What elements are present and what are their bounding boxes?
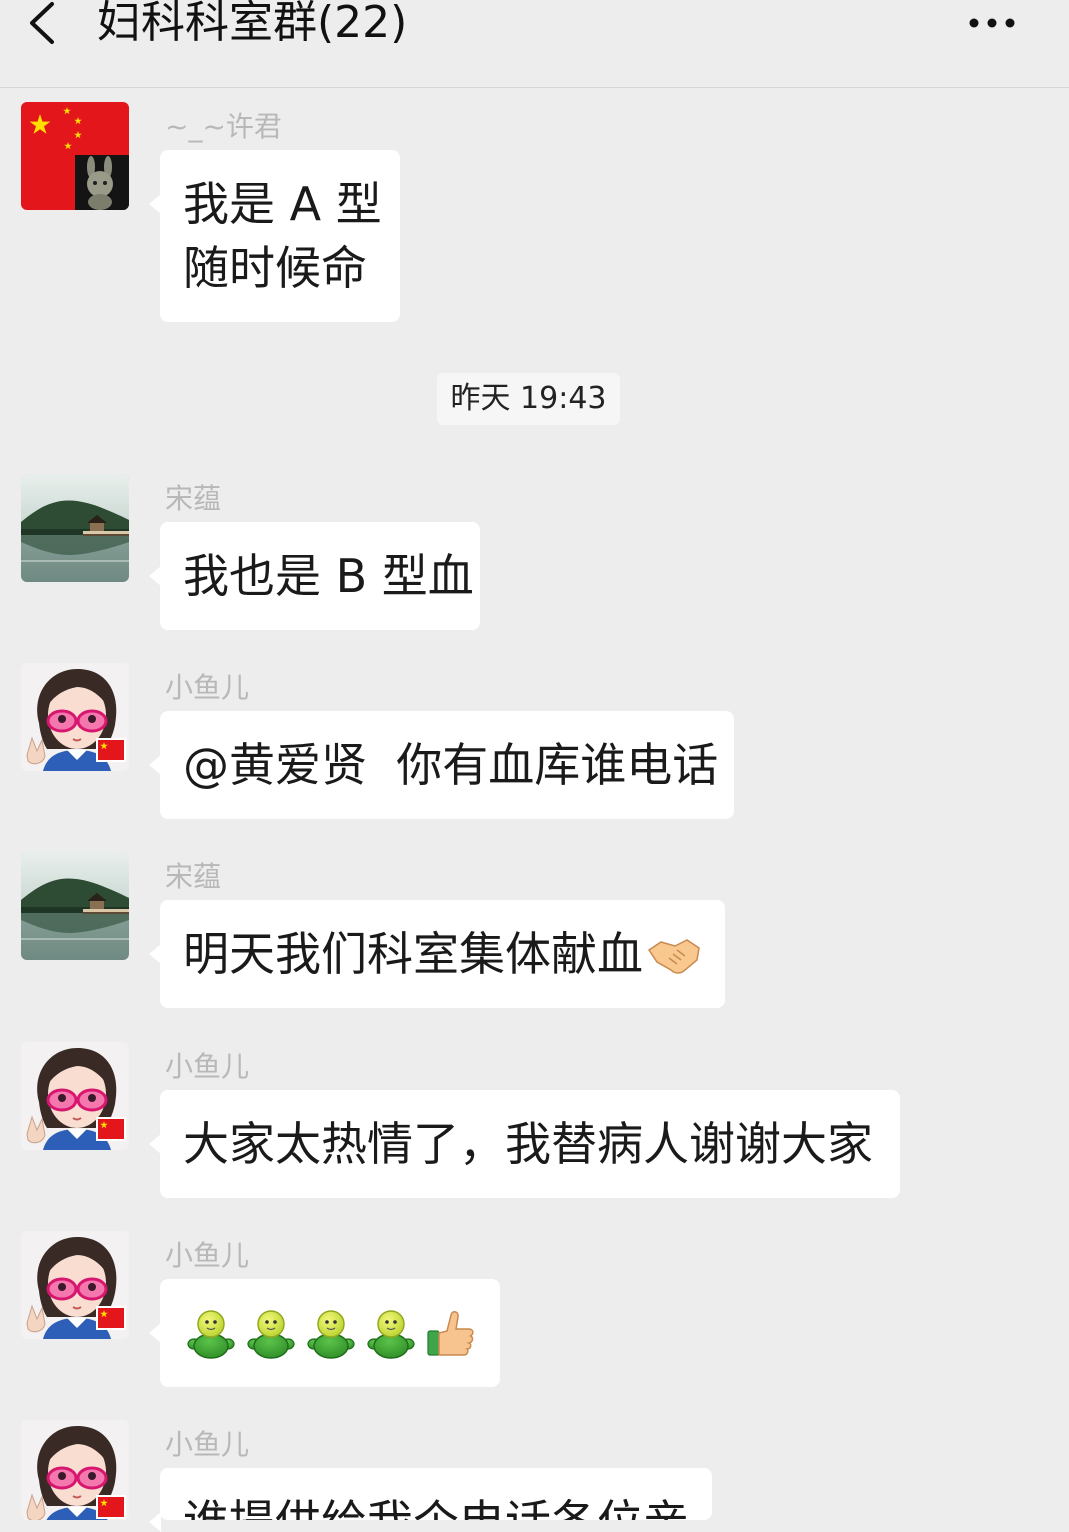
cartoon-girl-avatar[interactable] — [21, 1042, 129, 1150]
green-figure-emoji — [307, 1310, 355, 1359]
sender-name: 宋蕴 — [165, 860, 222, 893]
message-row: ~_~许君 我是 A 型 随时候命 — [0, 102, 1000, 322]
message-row: 宋蕴 明天我们科室集体献血 — [0, 852, 1000, 1008]
message-line: 明天我们科室集体献血 — [183, 922, 725, 986]
flag-bunny-avatar[interactable] — [21, 102, 129, 210]
message-text: @黄爱贤 你有血库谁电话 — [183, 738, 719, 792]
message-bubble[interactable]: @黄爱贤 你有血库谁电话 — [149, 711, 734, 819]
sender-name: 小鱼儿 — [165, 1050, 250, 1083]
message-row: 小鱼儿 谁提供给我个电话各位亲 — [0, 1420, 1000, 1532]
thumbs-up-emoji — [427, 1311, 474, 1356]
message-bubble[interactable] — [149, 1279, 500, 1387]
message-text: 明天我们科室集体献血 — [183, 927, 643, 981]
cartoon-girl-avatar[interactable] — [21, 663, 129, 771]
message-bubble[interactable]: 大家太热情了，我替病人谢谢大家 — [149, 1090, 900, 1198]
message-row: 宋蕴 我也是 B 型血 — [0, 474, 1000, 630]
message-row: 小鱼儿 — [0, 1231, 1000, 1387]
sender-name: 小鱼儿 — [165, 671, 250, 704]
cartoon-girl-avatar[interactable] — [21, 1420, 129, 1520]
emoji-row — [185, 1307, 500, 1359]
green-figure-emoji — [187, 1310, 235, 1359]
green-figure-emoji — [367, 1310, 415, 1359]
cartoon-girl-avatar[interactable] — [21, 1231, 129, 1339]
message-text: 谁提供给我个电话各位亲 — [183, 1490, 712, 1520]
message-text: 随时候命 — [183, 241, 367, 295]
message-text: 大家太热情了，我替病人谢谢大家 — [183, 1117, 873, 1171]
sender-name: 小鱼儿 — [165, 1428, 250, 1461]
sender-name: 宋蕴 — [165, 482, 222, 515]
chat-title: 妇科科室群(22) — [97, 0, 408, 48]
sender-name: 小鱼儿 — [165, 1239, 250, 1272]
message-bubble[interactable]: 我也是 B 型血 — [149, 522, 480, 630]
handshake-emoji — [648, 939, 700, 974]
lake-landscape-avatar[interactable] — [21, 852, 129, 960]
time-divider: 昨天 19:43 — [437, 373, 620, 425]
message-bubble[interactable]: 我是 A 型 随时候命 — [149, 150, 400, 322]
message-text: 我是 A 型 — [183, 177, 382, 231]
message-row: 小鱼儿 大家太热情了，我替病人谢谢大家 — [0, 1042, 1000, 1198]
sender-name: ~_~许君 — [165, 110, 282, 143]
lake-landscape-avatar[interactable] — [21, 474, 129, 582]
chat-header: 妇科科室群(22) — [0, 0, 1069, 88]
message-bubble[interactable]: 谁提供给我个电话各位亲 — [149, 1468, 712, 1532]
green-figure-emoji — [247, 1310, 295, 1359]
more-dots-icon[interactable] — [962, 10, 1022, 36]
message-text: 我也是 B 型血 — [183, 549, 474, 603]
message-bubble[interactable]: 明天我们科室集体献血 — [149, 900, 725, 1008]
chevron-left-icon[interactable] — [26, 1, 58, 45]
message-row: 小鱼儿 @黄爱贤 你有血库谁电话 — [0, 663, 1000, 819]
